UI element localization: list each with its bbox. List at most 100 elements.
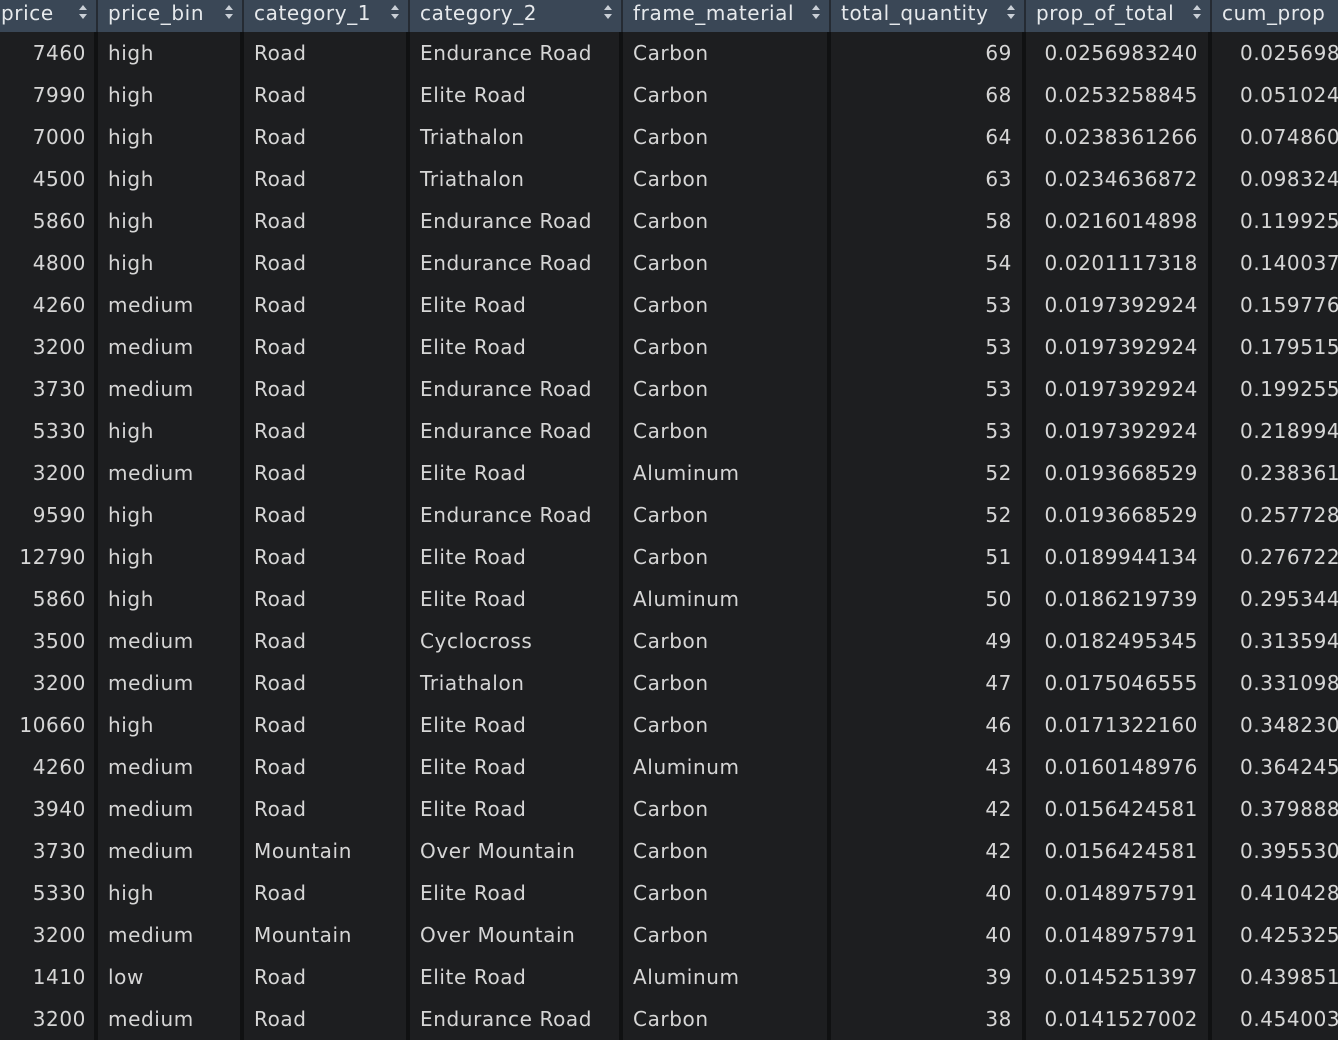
table-row[interactable]: 1410 low Road Elite Road Aluminum 39 0.0145251…	[0, 956, 1338, 998]
cell-category-1[interactable]: Road	[244, 578, 410, 620]
cell-frame-material[interactable]: Carbon	[623, 662, 831, 704]
table-row[interactable]: 4260 medium Road Elite Road Carbon 53 0.019739…	[0, 284, 1338, 326]
cell-cum-prop[interactable]: 0.4398510	[1212, 956, 1338, 998]
cell-price-bin[interactable]: high	[98, 536, 244, 578]
cell-frame-material[interactable]: Carbon	[623, 620, 831, 662]
column-header-cum-prop[interactable]: cum_prop	[1212, 0, 1338, 32]
cell-cum-prop[interactable]: 0.0256983	[1212, 32, 1338, 74]
cell-category-2[interactable]: Endurance Road	[410, 242, 623, 284]
cell-cum-prop[interactable]: 0.3642458	[1212, 746, 1338, 788]
cell-total-quantity[interactable]: 63	[831, 158, 1026, 200]
cell-total-quantity[interactable]: 46	[831, 704, 1026, 746]
cell-total-quantity[interactable]: 69	[831, 32, 1026, 74]
cell-price[interactable]: 9590	[0, 494, 98, 536]
cell-total-quantity[interactable]: 52	[831, 494, 1026, 536]
table-row[interactable]: 4800 high Road Endurance Road Carbon 54 0.0201…	[0, 242, 1338, 284]
cell-prop-of-total[interactable]: 0.0156424581	[1026, 788, 1212, 830]
table-row[interactable]: 3200 medium Road Elite Road Aluminum 52 0.0193…	[0, 452, 1338, 494]
cell-category-1[interactable]: Road	[244, 158, 410, 200]
cell-total-quantity[interactable]: 53	[831, 368, 1026, 410]
cell-category-2[interactable]: Elite Road	[410, 872, 623, 914]
cell-cum-prop[interactable]: 0.4540037	[1212, 998, 1338, 1040]
cell-price[interactable]: 4500	[0, 158, 98, 200]
cell-price[interactable]: 3200	[0, 452, 98, 494]
cell-prop-of-total[interactable]: 0.0234636872	[1026, 158, 1212, 200]
cell-total-quantity[interactable]: 42	[831, 788, 1026, 830]
cell-price[interactable]: 5330	[0, 410, 98, 452]
cell-price[interactable]: 5330	[0, 872, 98, 914]
cell-total-quantity[interactable]: 38	[831, 998, 1026, 1040]
cell-price-bin[interactable]: medium	[98, 830, 244, 872]
cell-prop-of-total[interactable]: 0.0148975791	[1026, 914, 1212, 956]
cell-price[interactable]: 4800	[0, 242, 98, 284]
cell-total-quantity[interactable]: 47	[831, 662, 1026, 704]
cell-cum-prop[interactable]: 0.1400372	[1212, 242, 1338, 284]
table-row[interactable]: 3940 medium Road Elite Road Carbon 42 0.015642…	[0, 788, 1338, 830]
cell-cum-prop[interactable]: 0.0748603	[1212, 116, 1338, 158]
cell-total-quantity[interactable]: 51	[831, 536, 1026, 578]
cell-total-quantity[interactable]: 40	[831, 914, 1026, 956]
sort-updown-icon[interactable]	[78, 4, 88, 20]
cell-frame-material[interactable]: Carbon	[623, 116, 831, 158]
cell-category-2[interactable]: Elite Road	[410, 284, 623, 326]
cell-frame-material[interactable]: Carbon	[623, 410, 831, 452]
cell-frame-material[interactable]: Carbon	[623, 368, 831, 410]
column-header-frame-material[interactable]: frame_material	[623, 0, 831, 32]
cell-category-2[interactable]: Cyclocross	[410, 620, 623, 662]
cell-category-2[interactable]: Elite Road	[410, 74, 623, 116]
cell-cum-prop[interactable]: 0.3310987	[1212, 662, 1338, 704]
cell-price-bin[interactable]: medium	[98, 662, 244, 704]
cell-prop-of-total[interactable]: 0.0182495345	[1026, 620, 1212, 662]
cell-total-quantity[interactable]: 49	[831, 620, 1026, 662]
cell-prop-of-total[interactable]: 0.0201117318	[1026, 242, 1212, 284]
cell-price-bin[interactable]: medium	[98, 452, 244, 494]
cell-price[interactable]: 7990	[0, 74, 98, 116]
cell-total-quantity[interactable]: 68	[831, 74, 1026, 116]
cell-price[interactable]: 1410	[0, 956, 98, 998]
column-header-category-1[interactable]: category_1	[244, 0, 410, 32]
cell-category-2[interactable]: Triathalon	[410, 116, 623, 158]
cell-total-quantity[interactable]: 54	[831, 242, 1026, 284]
cell-prop-of-total[interactable]: 0.0193668529	[1026, 494, 1212, 536]
cell-prop-of-total[interactable]: 0.0197392924	[1026, 410, 1212, 452]
cell-price[interactable]: 12790	[0, 536, 98, 578]
cell-prop-of-total[interactable]: 0.0186219739	[1026, 578, 1212, 620]
cell-frame-material[interactable]: Carbon	[623, 872, 831, 914]
cell-cum-prop[interactable]: 0.4104283	[1212, 872, 1338, 914]
cell-price[interactable]: 3730	[0, 830, 98, 872]
cell-price-bin[interactable]: high	[98, 872, 244, 914]
cell-price[interactable]: 5860	[0, 200, 98, 242]
sort-updown-icon[interactable]	[1192, 4, 1202, 20]
cell-category-2[interactable]: Triathalon	[410, 662, 623, 704]
cell-prop-of-total[interactable]: 0.0141527002	[1026, 998, 1212, 1040]
table-row[interactable]: 3730 medium Road Endurance Road Carbon 53 0.01…	[0, 368, 1338, 410]
sort-updown-icon[interactable]	[1006, 4, 1016, 20]
cell-price-bin[interactable]: medium	[98, 326, 244, 368]
cell-total-quantity[interactable]: 64	[831, 116, 1026, 158]
cell-frame-material[interactable]: Carbon	[623, 284, 831, 326]
cell-category-1[interactable]: Road	[244, 326, 410, 368]
cell-category-2[interactable]: Over Mountain	[410, 914, 623, 956]
cell-price-bin[interactable]: low	[98, 956, 244, 998]
column-header-category-2[interactable]: category_2	[410, 0, 623, 32]
cell-price-bin[interactable]: high	[98, 578, 244, 620]
cell-total-quantity[interactable]: 42	[831, 830, 1026, 872]
cell-category-2[interactable]: Elite Road	[410, 452, 623, 494]
cell-category-1[interactable]: Road	[244, 284, 410, 326]
cell-category-1[interactable]: Mountain	[244, 830, 410, 872]
cell-total-quantity[interactable]: 50	[831, 578, 1026, 620]
cell-cum-prop[interactable]: 0.3482309	[1212, 704, 1338, 746]
cell-price[interactable]: 4260	[0, 746, 98, 788]
cell-total-quantity[interactable]: 52	[831, 452, 1026, 494]
table-row[interactable]: 3730 medium Mountain Over Mountain Carbon 42 0…	[0, 830, 1338, 872]
table-row[interactable]: 9590 high Road Endurance Road Carbon 52 0.0193…	[0, 494, 1338, 536]
cell-category-2[interactable]: Elite Road	[410, 746, 623, 788]
cell-prop-of-total[interactable]: 0.0175046555	[1026, 662, 1212, 704]
cell-price-bin[interactable]: high	[98, 494, 244, 536]
table-row[interactable]: 4260 medium Road Elite Road Aluminum 43 0.0160…	[0, 746, 1338, 788]
cell-category-2[interactable]: Endurance Road	[410, 410, 623, 452]
cell-price-bin[interactable]: high	[98, 116, 244, 158]
table-row[interactable]: 3500 medium Road Cyclocross Carbon 49 0.018249…	[0, 620, 1338, 662]
cell-frame-material[interactable]: Carbon	[623, 74, 831, 116]
cell-cum-prop[interactable]: 0.4253258	[1212, 914, 1338, 956]
